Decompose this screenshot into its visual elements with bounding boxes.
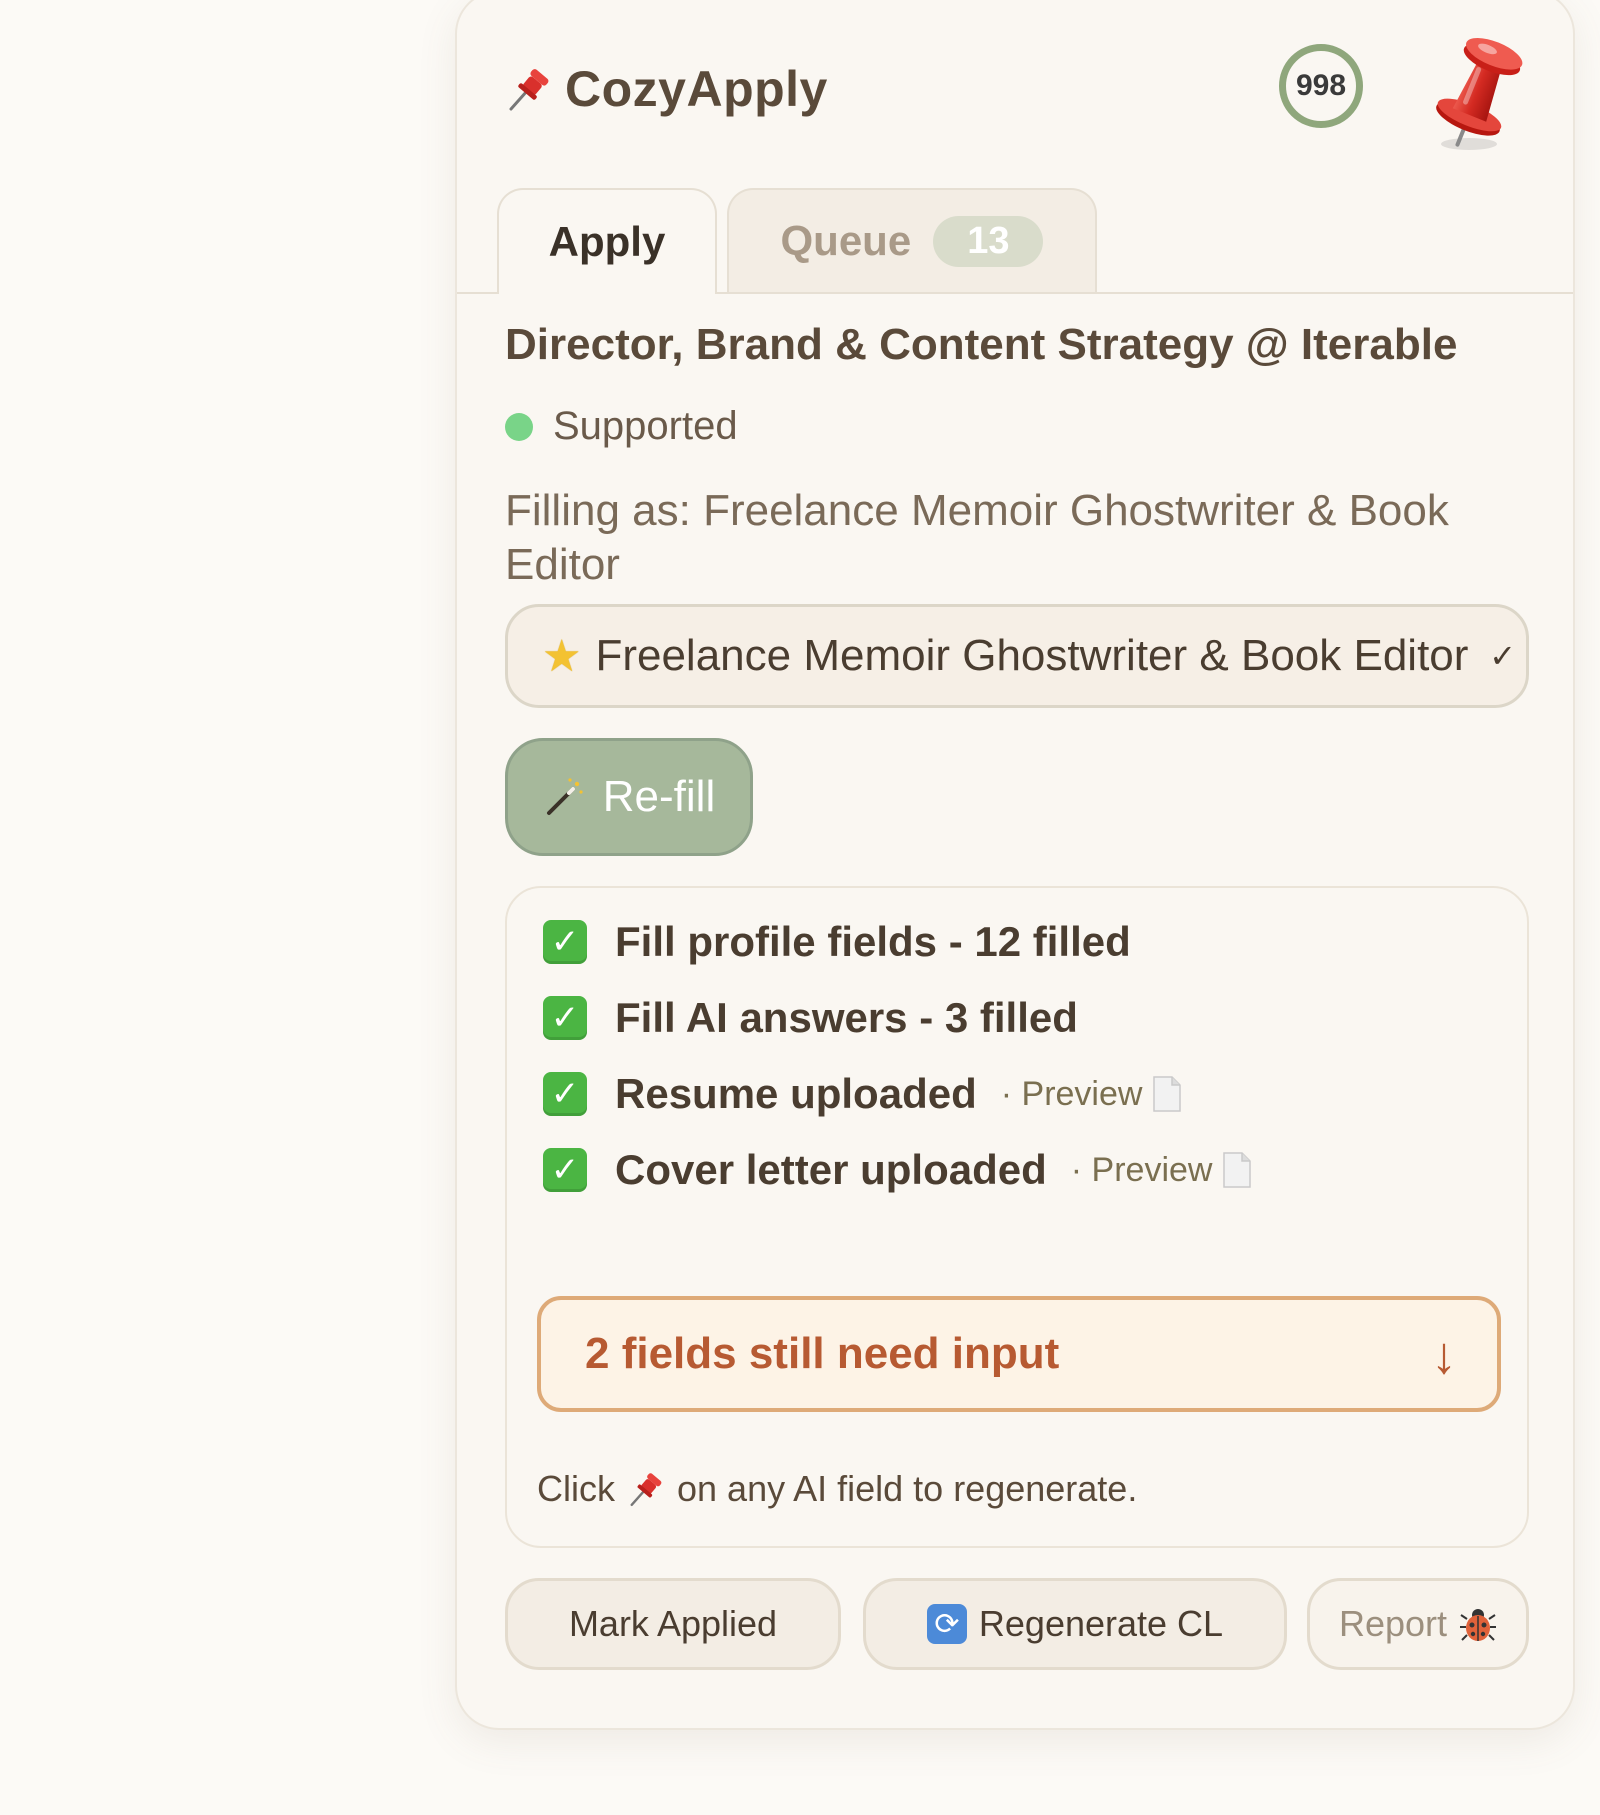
magic-wand-icon	[546, 778, 583, 815]
cozyapply-panel: CozyApply 998 Apply Queue 13 Director, B…	[455, 0, 1575, 1730]
check-mark-icon: ✓	[543, 1072, 587, 1116]
filling-as-text: Filling as: Freelance Memoir Ghostwriter…	[505, 486, 1449, 589]
panel-header: CozyApply 998	[457, 0, 1573, 172]
regenerate-cl-label: Regenerate CL	[978, 1603, 1224, 1644]
preview-label: · Preview	[1070, 1150, 1213, 1189]
step-item: ✓ Cover letter uploaded · Preview	[543, 1146, 1252, 1194]
check-mark-icon: ✓	[543, 996, 587, 1040]
tab-apply-label: Apply	[548, 218, 666, 265]
status-label: Supported	[553, 404, 738, 448]
tab-queue-label: Queue	[780, 217, 912, 264]
resume-preview-link[interactable]: · Preview	[1001, 1075, 1183, 1114]
report-button[interactable]: Report	[1307, 1578, 1529, 1670]
mark-applied-button[interactable]: Mark Applied	[505, 1578, 841, 1670]
down-arrow-icon: ↓	[1431, 1327, 1457, 1385]
score-badge: 998	[1279, 44, 1363, 128]
pushpin-icon[interactable]	[1407, 22, 1547, 162]
hint-text-before: Click	[537, 1468, 615, 1509]
brand-name: CozyApply	[565, 61, 828, 117]
preview-label: · Preview	[1000, 1074, 1143, 1113]
check-mark-icon: ✓	[543, 920, 587, 964]
support-status: Supported	[505, 404, 738, 449]
check-mark-icon: ✓	[543, 1148, 587, 1192]
profile-select[interactable]: ★ Freelance Memoir Ghostwriter & Book Ed…	[505, 604, 1529, 708]
ladybug-icon	[1460, 1609, 1497, 1641]
needs-input-label: 2 fields still need input	[585, 1329, 1060, 1378]
action-bar: Mark Applied ⟳ Regenerate CL Report	[505, 1578, 1529, 1672]
step-item: ✓ Fill AI answers - 3 filled	[543, 994, 1078, 1042]
tab-apply[interactable]: Apply	[497, 188, 717, 294]
status-dot-icon	[505, 412, 533, 441]
pushpin-icon	[630, 1473, 662, 1507]
profile-select-value: Freelance Memoir Ghostwriter & Book Edit…	[595, 631, 1469, 680]
brand: CozyApply	[505, 60, 828, 118]
refill-button-label: Re-fill	[602, 772, 716, 821]
refill-button[interactable]: Re-fill	[505, 738, 753, 856]
report-label: Report	[1338, 1603, 1448, 1644]
chevron-down-icon: ✓	[1489, 638, 1516, 674]
step-label: Fill profile fields - 12 filled	[615, 918, 1131, 965]
document-icon	[1223, 1152, 1252, 1188]
mark-applied-label: Mark Applied	[568, 1603, 778, 1644]
step-label: Resume uploaded	[615, 1070, 977, 1117]
tab-queue[interactable]: Queue 13	[727, 188, 1097, 292]
fields-need-input-button[interactable]: 2 fields still need input ↓	[537, 1296, 1501, 1412]
step-item: ✓ Fill profile fields - 12 filled	[543, 918, 1131, 966]
star-icon: ★	[542, 631, 582, 681]
step-label: Fill AI answers - 3 filled	[615, 994, 1078, 1041]
job-title: Director, Brand & Content Strategy @ Ite…	[505, 320, 1458, 369]
fill-progress-card: ✓ Fill profile fields - 12 filled ✓ Fill…	[505, 886, 1529, 1548]
queue-count-badge: 13	[933, 215, 1044, 267]
cover-letter-preview-link[interactable]: · Preview	[1071, 1151, 1253, 1190]
pushpin-icon	[509, 69, 549, 111]
document-icon	[1153, 1076, 1182, 1112]
hint-text-after: on any AI field to regenerate.	[677, 1468, 1138, 1509]
tab-bar: Apply Queue 13	[457, 188, 1573, 294]
regenerate-hint: Click on any AI field to regenerate.	[537, 1468, 1137, 1510]
refresh-icon: ⟳	[926, 1604, 967, 1644]
step-item: ✓ Resume uploaded · Preview	[543, 1070, 1182, 1118]
step-label: Cover letter uploaded	[615, 1146, 1047, 1193]
regenerate-cl-button[interactable]: ⟳ Regenerate CL	[863, 1578, 1287, 1670]
